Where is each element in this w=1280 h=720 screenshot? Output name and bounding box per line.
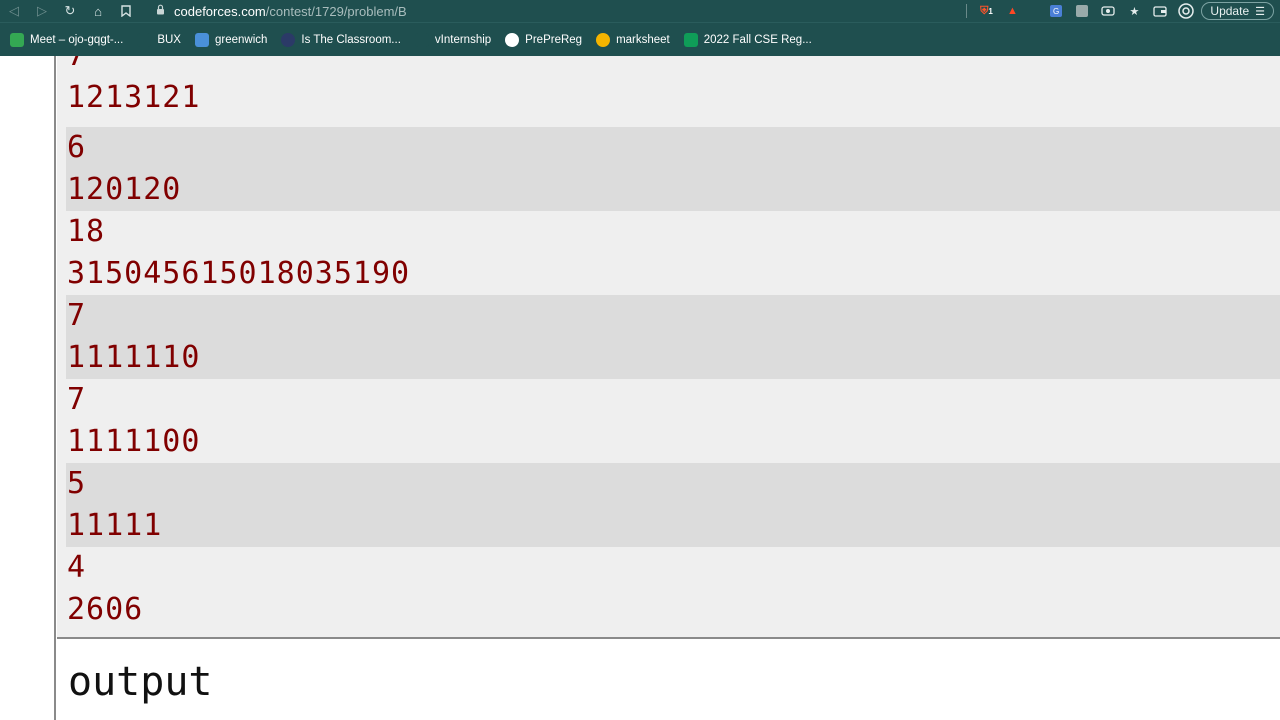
bookmark-label: 2022 Fall CSE Reg... [703, 33, 812, 46]
input-line: 7 [66, 56, 1280, 77]
bookmark-cse-reg[interactable]: 2022 Fall CSE Reg... [683, 32, 812, 47]
input-line: 7 [67, 382, 87, 417]
input-line: 7 [67, 298, 87, 333]
bookmark-marksheet[interactable]: marksheet [596, 32, 670, 47]
brave-rewards-icon[interactable]: ▲ [1001, 2, 1023, 20]
url-host: codeforces.com [174, 3, 266, 19]
update-label: Update [1210, 4, 1250, 18]
divider [966, 4, 968, 18]
left-margin [0, 56, 56, 720]
bookmark-classroom[interactable]: Is The Classroom... [281, 32, 401, 47]
input-line: 315045615018035190 [67, 256, 411, 291]
bookmark-label: Meet – ojo-gqgt-... [30, 33, 124, 46]
infinity-icon [596, 32, 611, 47]
meet-icon [10, 32, 24, 47]
sheets-plus-icon [683, 32, 698, 47]
greenwich-icon [194, 32, 209, 47]
bookmark-meet[interactable]: Meet – ojo-gqgt-... [10, 32, 124, 47]
bookmarks-bar: Meet – ojo-gqgt-... BUX greenwich Is The… [0, 22, 1280, 56]
input-line: 1213121 [67, 80, 201, 115]
input-line: 11111 [67, 508, 163, 543]
screen-capture-icon[interactable] [1097, 2, 1119, 20]
input-line: 4 [67, 550, 87, 585]
input-line: 120120 [67, 172, 182, 207]
shield-badge: 1 [988, 6, 993, 16]
brave-shield-icon[interactable]: ⛨ 1 [975, 2, 997, 20]
bookmark-label: PrePreReg [525, 33, 583, 46]
bookmark-label: greenwich [214, 33, 268, 46]
output-title: output [68, 659, 213, 705]
input-line: 1111110 [67, 340, 201, 375]
vinternship-icon [414, 32, 429, 47]
input-line: 6 [67, 130, 87, 165]
profile-avatar-icon[interactable] [1175, 2, 1197, 20]
test-case-block: 6 120120 [66, 127, 1280, 211]
globe-icon [505, 32, 520, 47]
extensions-area: ⛨ 1 ▲ G ★ Update ☰ [962, 0, 1280, 22]
bookmark-vinternship[interactable]: vInternship [414, 32, 492, 47]
bookmark-label: Is The Classroom... [301, 33, 401, 46]
bookmark-bux[interactable]: BUX [137, 32, 181, 47]
input-line: 1111100 [67, 424, 201, 459]
menu-icon: ☰ [1255, 5, 1265, 18]
input-line: 5 [67, 466, 87, 501]
test-case-block: 7 1111110 [66, 295, 1280, 379]
back-icon[interactable]: ◁ [0, 0, 28, 22]
sample-output-box: output [57, 641, 1280, 720]
bookmark-greenwich[interactable]: greenwich [194, 32, 268, 47]
svg-text:G: G [1053, 7, 1059, 16]
translate-icon[interactable]: G [1045, 2, 1067, 20]
test-case-block: 18 315045615018035190 [66, 211, 1280, 295]
sample-input-box: 7 1213121 6 120120 18 315045615018035190… [57, 56, 1280, 639]
forward-icon[interactable]: ▷ [28, 0, 56, 22]
input-line: 2606 [67, 592, 144, 627]
lock-icon [152, 4, 168, 18]
input-line: 18 [67, 214, 106, 249]
bookmark-label: BUX [157, 33, 181, 46]
test-case-block: 7 1111100 [66, 379, 1280, 463]
wallet-icon[interactable] [1149, 2, 1171, 20]
extensions-puzzle-icon[interactable]: ★ [1123, 2, 1145, 20]
person-icon [281, 32, 296, 47]
test-case-block: 5 11111 [66, 463, 1280, 547]
url-path: /contest/1729/problem/B [265, 3, 407, 19]
home-icon[interactable]: ⌂ [84, 0, 112, 22]
update-button[interactable]: Update ☰ [1201, 2, 1274, 20]
bux-icon [137, 32, 152, 47]
extension-icon-gray[interactable] [1071, 2, 1093, 20]
bookmark-label: vInternship [434, 33, 492, 46]
bookmark-label: marksheet [616, 33, 670, 46]
reload-icon[interactable]: ↻ [56, 0, 84, 22]
test-case-block: 7 1213121 [66, 56, 1280, 119]
bookmark-prepre-reg[interactable]: PrePreReg [505, 32, 583, 47]
test-case-block: 4 2606 [66, 547, 1280, 631]
address-bar[interactable]: codeforces.com/contest/1729/problem/B [152, 0, 952, 22]
bookmark-icon[interactable] [112, 0, 140, 22]
page-content: 7 1213121 6 120120 18 315045615018035190… [0, 56, 1280, 720]
browser-toolbar: ◁ ▷ ↻ ⌂ codeforces.com/contest/1729/prob… [0, 0, 1280, 22]
